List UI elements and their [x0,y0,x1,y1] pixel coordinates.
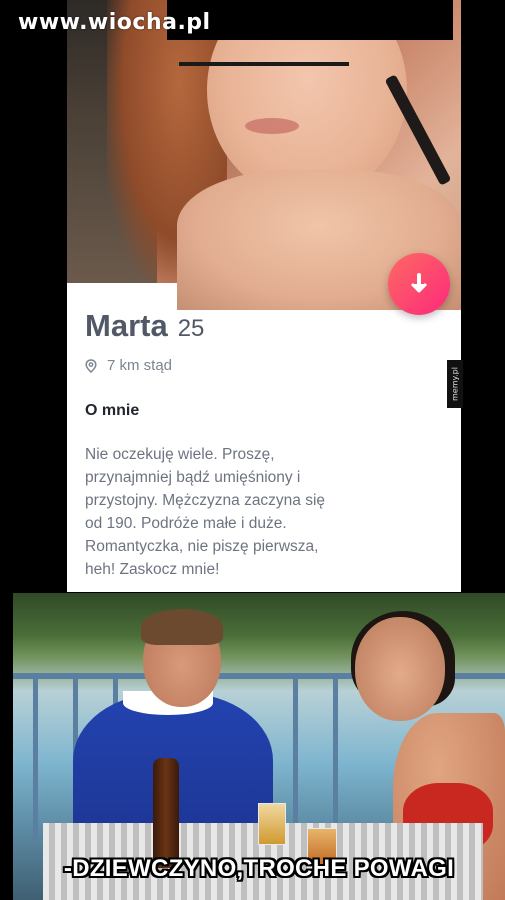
meme-railing-post [33,673,38,843]
meme-railing-post [293,673,298,843]
meme-glass [258,803,286,845]
location-pin-icon [85,358,97,373]
memy-badge: memy.pl [447,360,463,408]
name-age-row: Marta 25 [85,308,204,344]
photo-glasses [179,40,349,66]
bio-line: przynajmniej bądź umięśniony i [85,469,301,486]
meme-bottle [153,758,179,868]
about-heading: O mnie [85,402,140,419]
meme-railing-post [333,673,338,843]
bio-line: od 190. Podróże małe i duże. [85,515,287,532]
bio-line: Nie oczekuję wiele. Proszę, [85,446,275,463]
profile-age: 25 [177,315,205,342]
site-watermark: www.wiocha.pl [18,10,211,35]
meme-woman-head [355,617,445,721]
profile-name: Marta [85,308,168,343]
arrow-down-icon [410,273,428,293]
bio-line: Romantyczka, nie piszę pierwsza, [85,538,319,555]
meme-man-hair [141,609,223,645]
distance-text: 7 km stąd [107,357,173,374]
distance-row: 7 km stąd [85,357,172,374]
profile-photo[interactable] [67,0,461,310]
bio-line: heh! Zaskocz mnie! [85,561,220,578]
collapse-profile-button[interactable] [388,253,450,315]
bio-line: przystojny. Mężczyzna zaczyna się [85,492,326,509]
photo-lips [245,118,299,134]
meme-image: -DZIEWCZYNO,TROCHE POWAGI [13,593,505,900]
bio-text: Nie oczekuję wiele. Proszę, przynajmniej… [85,443,405,581]
meme-caption: -DZIEWCZYNO,TROCHE POWAGI [63,855,455,882]
profile-card: Marta 25 7 km stąd O mnie Nie oczekuję w… [67,0,461,592]
